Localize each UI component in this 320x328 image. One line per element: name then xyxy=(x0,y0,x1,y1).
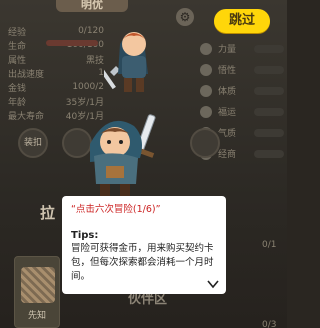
equip-button[interactable]: 装扣 xyxy=(18,128,48,158)
stat-label: 出战速度 xyxy=(8,69,45,80)
attribute-row: 福运 xyxy=(198,101,284,122)
attribute-label: 力量 xyxy=(218,45,237,55)
settings-gear-icon[interactable]: ⚙ xyxy=(176,8,194,26)
stat-label: 属性 xyxy=(8,55,27,66)
tips-body: 冒险可获得金币，用来购买契约卡包，但每次探索都会消耗一个月时间。 xyxy=(71,243,214,282)
top-tab[interactable]: 明优 xyxy=(56,0,128,12)
attribute-label: 体质 xyxy=(218,87,237,97)
attribute-row: 体质 xyxy=(198,80,284,101)
stat-row: 经验 0/120 xyxy=(8,24,108,38)
hero-sprite xyxy=(90,114,156,196)
attribute-value-pill xyxy=(254,86,284,95)
tips-title: Tips: xyxy=(71,230,99,241)
stat-value: 黑技 xyxy=(85,55,104,66)
stat-row: 金钱 1000/2 xyxy=(8,80,108,94)
luck-icon xyxy=(200,105,212,118)
card-label: 先知 xyxy=(27,311,46,321)
attribute-value-pill xyxy=(254,128,284,137)
hp-bar-fill xyxy=(46,40,98,46)
attribute-value-pill xyxy=(254,65,284,74)
attribute-label: 悟性 xyxy=(218,66,237,76)
stat-row: 属性 黑技 xyxy=(8,52,108,66)
attribute-label: 经商 xyxy=(218,150,237,160)
action-button-right[interactable] xyxy=(190,128,220,158)
attribute-value-pill xyxy=(254,149,284,158)
stat-value: 0/120 xyxy=(78,26,104,36)
attribute-value-pill xyxy=(254,107,284,116)
game-scene: 明优 经验0/120 生命100/100 属性黑技 出战速度1 金钱1000/2… xyxy=(0,0,287,328)
attribute-row: 悟性 xyxy=(198,59,284,80)
dialog-title: “点击六次冒险(1/6)” xyxy=(71,204,161,215)
stat-label: 经验 xyxy=(8,27,27,38)
constitution-icon xyxy=(200,84,212,97)
stat-value: 1000/2 xyxy=(72,82,104,92)
stat-row: 出战速度 1 xyxy=(8,66,108,80)
count-2: 0/3 xyxy=(262,320,277,328)
section-heading: 拉 xyxy=(40,204,56,222)
attribute-row: 力量 xyxy=(198,38,284,59)
attribute-label: 福运 xyxy=(218,108,237,118)
strength-icon xyxy=(200,42,212,55)
tutorial-dialog[interactable]: “点击六次冒险(1/6)” Tips: 冒险可获得金币，用来购买契约卡包，但每次… xyxy=(62,196,226,294)
hero-back-sprite xyxy=(104,32,148,92)
card-art xyxy=(21,267,55,303)
stat-label: 年龄 xyxy=(8,97,27,108)
stat-label: 金钱 xyxy=(8,83,27,94)
attribute-label: 气质 xyxy=(218,129,237,139)
contract-card[interactable]: 先知 xyxy=(14,256,60,328)
skip-button[interactable]: 跳过 xyxy=(214,9,270,33)
chevron-down-icon[interactable] xyxy=(206,278,220,290)
stat-label: 最大寿命 xyxy=(8,111,45,122)
hp-bar xyxy=(46,40,98,46)
count-1: 0/1 xyxy=(262,240,277,250)
insight-icon xyxy=(200,63,212,76)
equip-button-label: 装扣 xyxy=(23,138,42,148)
attribute-value-pill xyxy=(254,44,284,53)
stat-label: 生命 xyxy=(8,41,27,52)
